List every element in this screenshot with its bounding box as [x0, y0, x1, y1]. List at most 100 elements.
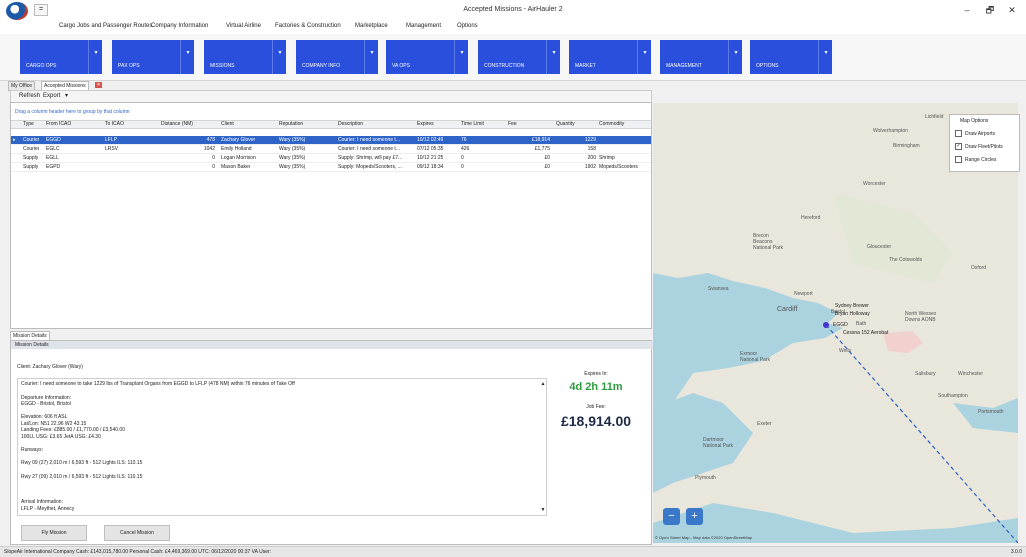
map-label: Salisbury	[915, 371, 936, 377]
cell-quantity: 158	[587, 146, 596, 152]
checkbox-unchecked[interactable]	[955, 130, 962, 137]
menu-tab-options[interactable]: Options	[457, 23, 478, 29]
menu-tab-marketplace[interactable]: Marketplace	[355, 23, 388, 29]
table-row[interactable]: Supply EGPD 0 Mason Baker Wary (35%) Sup…	[11, 163, 651, 172]
col-client[interactable]: Client	[221, 121, 234, 128]
description-line: Rwy 27 (09) 2,010 m / 6,593 ft - 512 Lig…	[21, 474, 143, 480]
chevron-down-icon[interactable]: ▾	[818, 40, 833, 74]
chevron-down-icon[interactable]: ▾	[272, 40, 287, 74]
draw-fleet-option[interactable]: ✓ Draw Fleet/Pilots	[955, 143, 1003, 151]
pax-ops-button[interactable]: PAX OPS ▾	[112, 40, 194, 74]
cargo-ops-button[interactable]: CARGO OPS ▾	[20, 40, 102, 74]
map-label: Wolverhampton	[873, 128, 908, 134]
col-from[interactable]: From ICAO	[46, 121, 71, 128]
col-quantity[interactable]: Quantity	[556, 121, 575, 128]
cell-client: Emily Holland	[221, 146, 252, 152]
option-label: Draw Airports	[965, 130, 996, 137]
scroll-up-icon[interactable]: ▲	[540, 381, 546, 387]
chevron-down-icon[interactable]: ▾	[546, 40, 561, 74]
app-logo-icon[interactable]	[6, 2, 28, 20]
table-row[interactable]: Courier EGLC LRSV 1042 Emily Holland War…	[11, 145, 651, 154]
cancel-mission-button[interactable]: Cancel Mission	[104, 525, 170, 541]
chevron-down-icon[interactable]: ▾	[364, 40, 379, 74]
map-label: Oxford	[971, 265, 987, 271]
menu-tab-company[interactable]: Company Information	[151, 23, 208, 29]
description-line: Courier: I need someone to take 1229 lbs…	[21, 381, 295, 387]
range-circles-option[interactable]: Range Circles	[955, 156, 996, 164]
cell-expires: 09/12 18:34	[417, 164, 444, 170]
management-button[interactable]: MANAGEMENT ▾	[660, 40, 742, 74]
col-type[interactable]: Type	[23, 121, 34, 128]
cell-fee: £0	[544, 164, 550, 170]
options-button[interactable]: OPTIONS ▾	[750, 40, 832, 74]
va-ops-label: VA OPS	[392, 63, 410, 69]
chevron-down-icon[interactable]: ▾	[728, 40, 743, 74]
cell-description: Supply: Shrimp, will pay £7...	[338, 155, 403, 161]
chevron-down-icon[interactable]: ▾	[88, 40, 103, 74]
missions-button[interactable]: MISSIONS ▾	[204, 40, 286, 74]
col-time-limit[interactable]: Time Limit	[461, 121, 484, 128]
cell-distance: 0	[212, 155, 215, 161]
col-fee[interactable]: Fee	[508, 121, 517, 128]
map-label: Winchester	[958, 371, 984, 377]
draw-airports-option[interactable]: Draw Airports	[955, 130, 995, 138]
construction-button[interactable]: CONSTRUCTION ▾	[478, 40, 560, 74]
mission-description-textbox[interactable]: Courier: I need someone to take 1229 lbs…	[17, 378, 547, 516]
menu-tab-virtual-airline[interactable]: Virtual Airline	[226, 23, 261, 29]
market-button[interactable]: MARKET ▾	[569, 40, 651, 74]
minimize-button[interactable]: –	[960, 4, 974, 16]
col-to[interactable]: To ICAO	[105, 121, 124, 128]
scroll-down-icon[interactable]: ▼	[540, 507, 546, 513]
map-label: Southampton	[938, 393, 968, 399]
chevron-down-icon[interactable]: ▾	[454, 40, 469, 74]
description-line: LFLP - Meythet, Annecy	[21, 506, 75, 512]
cell-time-limit: 0	[461, 164, 464, 170]
chevron-down-icon[interactable]: ▾	[637, 40, 652, 74]
chevron-down-icon[interactable]: ▾	[180, 40, 195, 74]
menu-tab-factories[interactable]: Factories & Construction	[275, 23, 341, 29]
export-button[interactable]: Export	[43, 92, 60, 101]
menu-bar: Cargo Jobs and Passenger Routes Company …	[0, 22, 1026, 34]
zoom-in-button[interactable]: +	[686, 508, 703, 525]
maximize-button[interactable]: 🗗	[983, 4, 997, 16]
cell-expires: 07/12 05:35	[417, 146, 444, 152]
table-row[interactable]: ▸ Courier EGGD LFLP 478 Zachary Glover W…	[11, 136, 651, 145]
table-row[interactable]: Supply EGLL 0 Logan Morrison Wary (35%) …	[11, 154, 651, 163]
zoom-out-button[interactable]: −	[663, 508, 680, 525]
map-label: Lichfield	[925, 114, 944, 120]
map-label: Birmingham	[893, 143, 920, 149]
map-label: Bath	[856, 321, 867, 327]
pilot-label: Bryan Holloway	[835, 311, 870, 317]
col-reputation[interactable]: Reputation	[279, 121, 303, 128]
menu-tab-cargo[interactable]: Cargo Jobs and Passenger Routes	[59, 23, 152, 29]
close-button[interactable]: ✕	[1005, 4, 1019, 16]
cell-description: Courier: I need someone t...	[338, 137, 400, 143]
airport-label: EGGD	[833, 322, 848, 328]
menu-tab-management[interactable]: Management	[406, 23, 441, 29]
tab-accepted-missions[interactable]: Accepted Missions	[41, 81, 89, 90]
checkbox-unchecked[interactable]	[955, 156, 962, 163]
col-distance[interactable]: Distance (NM)	[161, 121, 193, 128]
cell-reputation: Wary (35%)	[279, 137, 306, 143]
col-commodity[interactable]: Commodity	[599, 121, 624, 128]
map-label: Portsmouth	[978, 409, 1004, 415]
close-tab-icon[interactable]: ✕	[95, 82, 102, 88]
fly-mission-button[interactable]: Fly Mission	[21, 525, 87, 541]
refresh-button[interactable]: Refresh	[19, 92, 40, 101]
quick-access-icon[interactable]: =	[34, 4, 48, 16]
map-label: Swansea	[708, 286, 729, 292]
col-description[interactable]: Description	[338, 121, 363, 128]
fee-value: £18,914.00	[560, 413, 632, 429]
map-label: Exeter	[757, 421, 772, 427]
va-ops-button[interactable]: VA OPS ▾	[386, 40, 468, 74]
company-info-button[interactable]: COMPANY INFO ▾	[296, 40, 378, 74]
cell-type: Supply	[23, 155, 39, 161]
group-by-hint: Drag a column header here to group by th…	[15, 109, 130, 115]
options-label: OPTIONS	[756, 63, 779, 69]
map-label: Dartmoor National Park	[703, 437, 734, 449]
cell-reputation: Wary (35%)	[279, 155, 306, 161]
chevron-down-icon[interactable]: ▾	[65, 92, 68, 101]
expires-label: Expires In:	[584, 371, 608, 377]
checkbox-checked[interactable]: ✓	[955, 143, 962, 150]
col-expires[interactable]: Expires	[417, 121, 434, 128]
